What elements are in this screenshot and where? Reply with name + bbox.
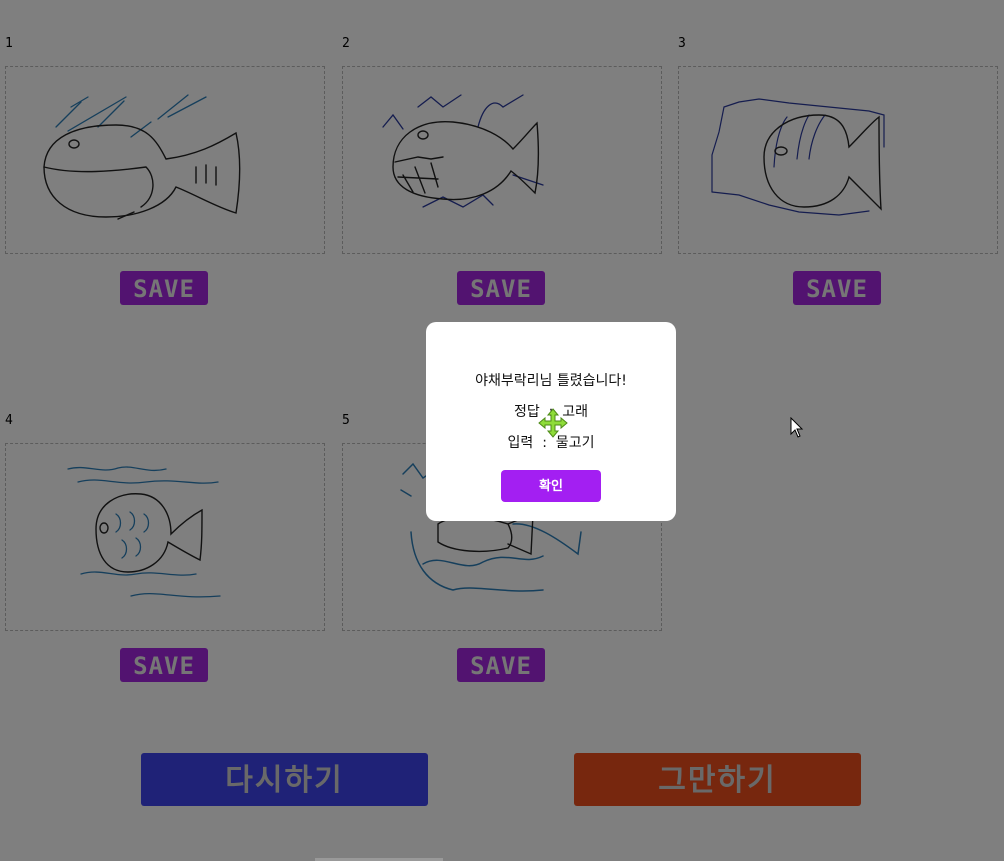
move-cursor-icon (538, 408, 568, 438)
result-message: 야채부락리님 틀렸습니다! (475, 373, 627, 389)
confirm-button[interactable]: 확인 (501, 470, 601, 502)
mouse-pointer-icon (790, 417, 804, 438)
